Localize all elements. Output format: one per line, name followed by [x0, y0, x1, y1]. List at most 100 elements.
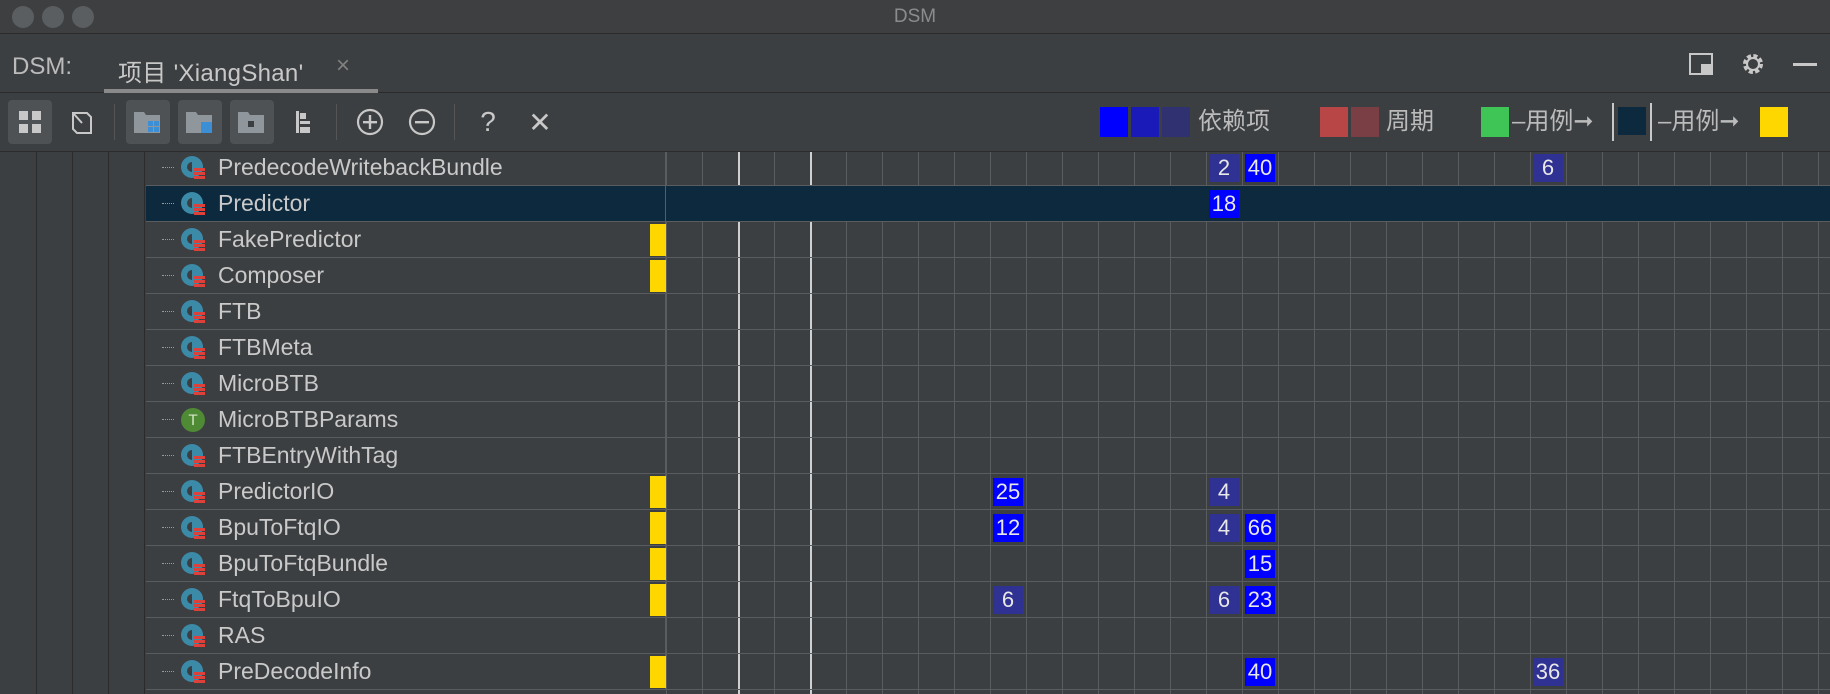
package-files-button[interactable] [178, 100, 222, 144]
matrix-row[interactable]: Composer [146, 258, 1830, 294]
dependency-cell[interactable]: 36 [1533, 658, 1563, 686]
toolbar-separator [454, 104, 455, 140]
legend-dep-swatch-1 [1100, 107, 1128, 137]
row-header[interactable]: PreDecodeInfo [146, 654, 666, 689]
matrix-row[interactable]: PredictorIO [146, 474, 1830, 510]
hierarchy-button[interactable] [282, 100, 326, 144]
package-folder-button[interactable] [230, 100, 274, 144]
row-label: RAS [218, 622, 266, 648]
dependency-cell[interactable]: 23 [1245, 586, 1275, 614]
dependency-cell[interactable]: 6 [1209, 586, 1239, 614]
tree-connector [162, 311, 174, 312]
matrix-row[interactable]: FtqToBpuIO [146, 582, 1830, 618]
dependency-cell[interactable]: 40 [1245, 154, 1275, 182]
usage-marker [650, 548, 666, 580]
row-header[interactable]: BpuToFtqIO [146, 510, 666, 545]
legend-bracket [1612, 103, 1652, 141]
toolbar-separator [336, 104, 337, 140]
tree-connector [162, 599, 174, 600]
row-label: BpuToFtqBundle [218, 550, 389, 576]
class-icon [181, 552, 205, 575]
matrix-row[interactable]: PredecodeWritebackBundle [146, 152, 1830, 186]
tab-close-icon[interactable]: × [336, 52, 350, 80]
row-label: MicroBTBParams [218, 406, 399, 432]
usage-marker [650, 260, 666, 292]
row-header[interactable]: PredictorIO [146, 474, 666, 509]
row-header[interactable]: Predictor [146, 186, 666, 221]
dependency-cell[interactable]: 40 [1245, 658, 1275, 686]
legend-dependencies-label: 依赖项 [1198, 108, 1270, 135]
row-header[interactable]: FTBMeta [146, 330, 666, 365]
tree-connector [162, 491, 174, 492]
tree-indent-line [108, 152, 109, 694]
toolbar: ? ✕ 依赖项 周期 –用例➞ –用例➞ [0, 94, 1830, 152]
matrix-row[interactable]: BpuToFtqIO [146, 510, 1830, 546]
matrix-row[interactable]: Predictor [146, 186, 1830, 222]
legend-cycles-label: 周期 [1386, 108, 1434, 135]
svg-text:T: T [188, 413, 198, 429]
dependency-cell[interactable]: 25 [993, 478, 1023, 506]
legend-green-swatch [1481, 107, 1509, 137]
package-modules-button[interactable] [126, 100, 170, 144]
matrix-row[interactable]: FTB [146, 294, 1830, 330]
row-header[interactable]: FTBEntryWithTag [146, 438, 666, 473]
hierarchy-icon [296, 111, 310, 133]
matrix-row[interactable]: FTBEntryWithTag [146, 438, 1830, 474]
tree-connector [162, 167, 174, 168]
matrix-row[interactable]: PreDecodeInfo [146, 654, 1830, 690]
gear-icon[interactable] [1738, 49, 1768, 79]
class-icon [181, 264, 205, 287]
row-header[interactable]: T MicroBTBParams [146, 402, 666, 437]
dependency-cell[interactable]: 12 [993, 514, 1023, 542]
dependency-cell[interactable]: 15 [1245, 550, 1275, 578]
dependency-cell[interactable]: 6 [993, 586, 1023, 614]
legend-usage-label-1: –用例➞ [1512, 108, 1594, 135]
dependency-cell[interactable]: 4 [1209, 478, 1239, 506]
usage-marker [650, 224, 666, 256]
dependency-cell[interactable]: 2 [1209, 154, 1239, 182]
trait-icon: T [181, 408, 205, 432]
row-header[interactable]: Composer [146, 258, 666, 293]
hide-icon[interactable] [1790, 49, 1820, 79]
row-header[interactable]: FtqToBpuIO [146, 582, 666, 617]
row-label: FakePredictor [218, 226, 362, 252]
tree-connector [162, 527, 174, 528]
matrix-row[interactable]: RAS [146, 618, 1830, 654]
class-icon [181, 336, 205, 359]
flip-icon [72, 112, 92, 134]
collapse-button[interactable] [400, 100, 444, 144]
tree-connector [162, 671, 174, 672]
help-button[interactable]: ? [466, 100, 510, 144]
row-label: FtqToBpuIO [218, 586, 341, 612]
matrix-row[interactable]: FTBMeta [146, 330, 1830, 366]
dependency-cell[interactable]: 66 [1245, 514, 1275, 542]
row-header[interactable]: MicroBTB [146, 366, 666, 401]
row-header[interactable]: BpuToFtqBundle [146, 546, 666, 581]
tab-label: 项目 'XiangShan' [118, 60, 304, 87]
expand-button[interactable] [348, 100, 392, 144]
legend-dep-swatch-3 [1162, 107, 1190, 137]
dependency-cell[interactable]: 6 [1533, 154, 1563, 182]
layout-icon[interactable] [1686, 49, 1716, 79]
tab-project[interactable]: 项目 'XiangShan' × [104, 35, 378, 93]
row-header[interactable]: RAS [146, 618, 666, 653]
matrix-row[interactable]: MicroBTB [146, 366, 1830, 402]
row-label: Predictor [218, 190, 311, 216]
minus-circle-icon [408, 108, 436, 136]
tree-indent-line [36, 152, 37, 694]
row-header[interactable]: FTB [146, 294, 666, 329]
flip-button[interactable] [60, 100, 104, 144]
dependency-cell[interactable]: 18 [1209, 190, 1239, 218]
plus-circle-icon [356, 108, 384, 136]
window-title: DSM [893, 6, 937, 27]
matrix-row[interactable]: FakePredictor [146, 222, 1830, 258]
row-header[interactable]: PredecodeWritebackBundle [146, 152, 666, 185]
matrix-row[interactable]: BpuToFtqBundle [146, 546, 1830, 582]
row-header[interactable]: FakePredictor [146, 222, 666, 257]
grid-view-button[interactable] [8, 100, 52, 144]
folder-modules-icon [134, 112, 160, 133]
dependency-cell[interactable]: 4 [1209, 514, 1239, 542]
close-button[interactable]: ✕ [518, 100, 562, 144]
legend-yellow-swatch [1760, 107, 1788, 137]
matrix-row[interactable]: T MicroBTBParams [146, 402, 1830, 438]
